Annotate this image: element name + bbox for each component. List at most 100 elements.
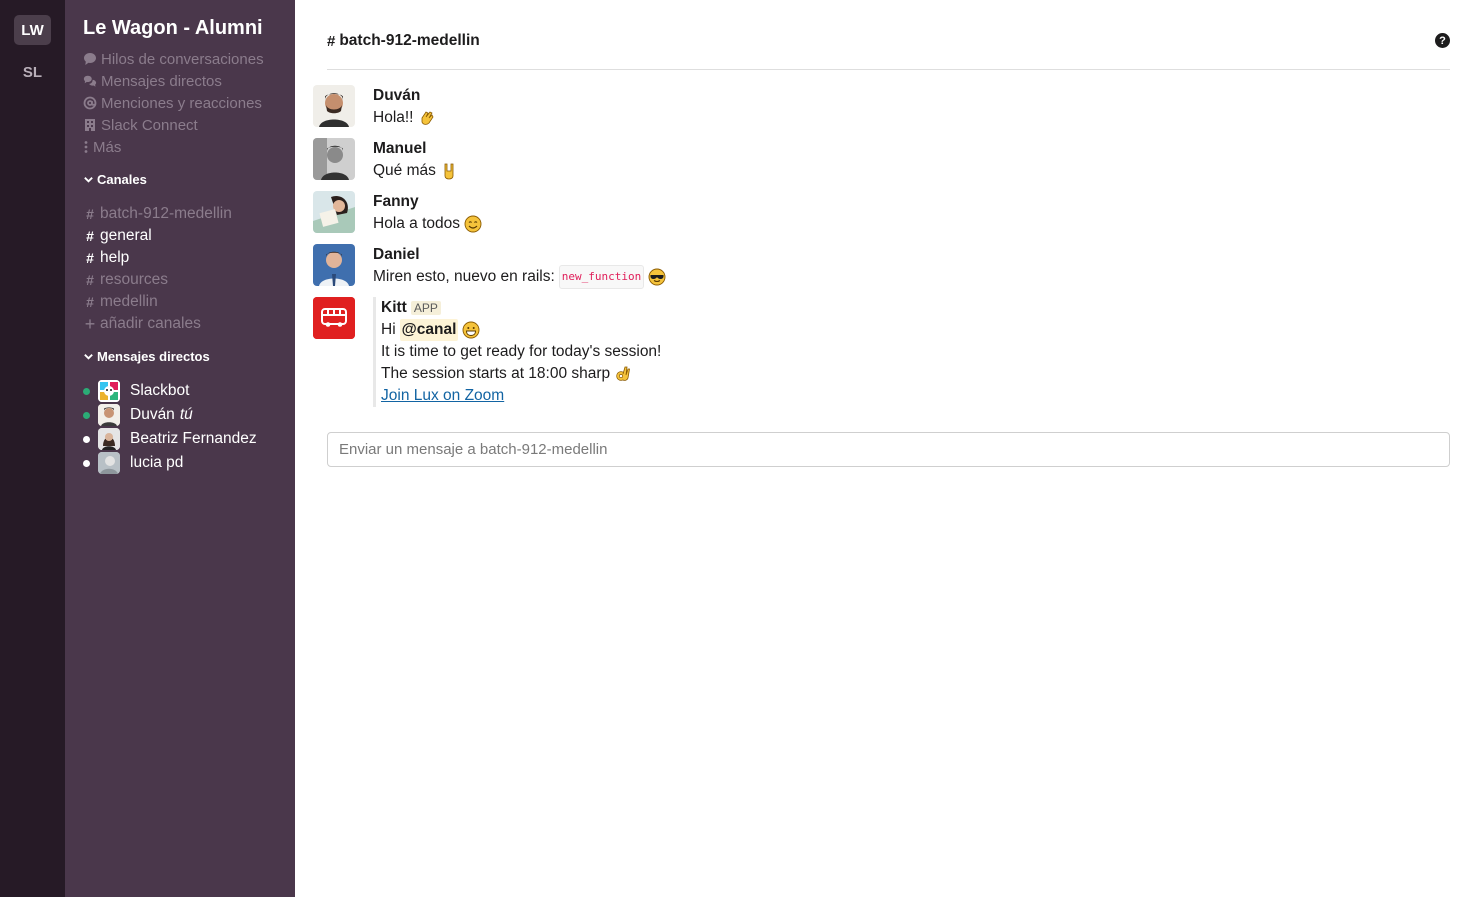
channel-name: medellin — [100, 293, 158, 310]
rock-hand-emoji-icon — [444, 163, 454, 180]
nav-mentions[interactable]: Menciones y reacciones — [83, 92, 264, 114]
dm-name: lucia pd — [130, 454, 184, 471]
more-vertical-icon — [84, 141, 88, 153]
bus-icon — [313, 297, 355, 339]
nav-more-label: Más — [93, 138, 122, 156]
message-author[interactable]: Manuel — [373, 138, 458, 160]
sidebar-channel-medellin[interactable]: # medellin — [83, 291, 232, 313]
message-body: Duván Hola!! — [373, 85, 436, 129]
message-text: The session starts at 18:00 sharp — [381, 363, 661, 385]
sidebar-dm-beatriz-fernandez[interactable]: Beatriz Fernandez — [83, 427, 257, 451]
direct-messages-icon — [83, 75, 97, 87]
message-author[interactable]: Kitt APP — [381, 297, 661, 319]
team-name[interactable]: Le Wagon - Alumni — [83, 17, 263, 40]
dms-header: Mensajes directos — [97, 349, 210, 364]
sidebar-dm-duvan[interactable]: Duván tú — [83, 403, 257, 427]
sidebar-channel-batch-912-medellin[interactable]: # batch-912-medellin — [83, 203, 232, 225]
message-input[interactable] — [328, 433, 1449, 466]
nav-direct-messages-label: Mensajes directos — [101, 72, 222, 90]
channel-title[interactable]: # batch-912-medellin — [327, 32, 480, 50]
hash-icon: # — [86, 250, 94, 266]
nav-threads[interactable]: Hilos de conversaciones — [83, 48, 264, 70]
kitt-avatar[interactable] — [313, 297, 355, 339]
grinning-face-emoji-icon — [462, 321, 480, 339]
smiling-face-emoji-icon — [464, 215, 482, 233]
hash-icon: # — [327, 32, 336, 50]
message-text: It is time to get ready for today's sess… — [381, 341, 661, 363]
online-status-icon — [83, 387, 90, 395]
nav-mentions-label: Menciones y reacciones — [101, 94, 262, 112]
message-text-content: The session starts at 18:00 sharp — [381, 365, 611, 382]
channels-header: Canales — [97, 172, 147, 187]
nav-direct-messages[interactable]: Mensajes directos — [83, 70, 264, 92]
avatar[interactable] — [313, 244, 355, 286]
message-text-content: It is time to get ready for today's sess… — [381, 343, 662, 360]
channels-section-toggle[interactable]: Canales — [83, 172, 147, 187]
avatar — [98, 380, 120, 402]
sidebar-dm-slackbot[interactable]: Slackbot — [83, 379, 257, 403]
message-text: Miren esto, nuevo en rails: new_function — [373, 265, 666, 289]
dm-name: Beatriz Fernandez — [130, 430, 257, 447]
channel-title-text: batch-912-medellin — [339, 32, 480, 49]
app-badge: APP — [410, 301, 441, 315]
dm-name: Duván — [130, 406, 175, 423]
message-body: Fanny Hola a todos — [373, 191, 482, 235]
workspace-lw[interactable]: LW — [14, 15, 51, 45]
add-channels-button[interactable]: + añadir canales — [83, 313, 232, 335]
channel-name: batch-912-medellin — [100, 205, 232, 222]
message-text: Hola a todos — [373, 213, 482, 235]
message-author[interactable]: Fanny — [373, 191, 482, 213]
sunglasses-face-emoji-icon — [648, 268, 666, 286]
dms-section-toggle[interactable]: Mensajes directos — [83, 349, 210, 364]
avatar[interactable] — [313, 85, 355, 127]
message-author[interactable]: Daniel — [373, 244, 666, 266]
avatar — [98, 428, 120, 450]
sidebar: Le Wagon - Alumni Hilos de conversacione… — [65, 0, 295, 897]
avatar — [98, 404, 120, 426]
chevron-down-icon — [84, 354, 93, 360]
sidebar-dm-lucia-pd[interactable]: lucia pd — [83, 451, 257, 475]
hash-icon: # — [86, 206, 94, 222]
at-mention-icon — [83, 96, 97, 110]
nav-slack-connect[interactable]: Slack Connect — [83, 114, 264, 136]
chevron-down-icon — [84, 177, 93, 183]
workspace-sl[interactable]: SL — [14, 57, 51, 87]
you-indicator: tú — [179, 406, 193, 423]
channel-header: # batch-912-medellin ? — [327, 26, 1450, 70]
threads-icon — [84, 53, 96, 65]
message-text: Qué más — [373, 160, 458, 182]
hash-icon: # — [86, 272, 94, 288]
dm-name: Slackbot — [130, 382, 190, 399]
zoom-link[interactable]: Join Lux on Zoom — [381, 385, 504, 407]
workspace-rail: LW SL — [0, 0, 65, 897]
message-text: Hola!! — [373, 107, 436, 129]
channel-list: # batch-912-medellin # general # help # … — [83, 203, 232, 335]
nav-threads-label: Hilos de conversaciones — [101, 50, 264, 68]
message-body: Kitt APP Hi @canal It is time to get read… — [373, 297, 661, 407]
question-circle-icon[interactable]: ? — [1435, 33, 1450, 48]
ok-hand-emoji-icon — [616, 366, 631, 381]
channel-name: help — [100, 249, 130, 266]
sidebar-nav: Hilos de conversaciones Mensajes directo… — [83, 48, 264, 158]
message-body: Daniel Miren esto, nuevo en rails: new_f… — [373, 244, 666, 289]
sidebar-channel-help[interactable]: # help — [83, 247, 232, 269]
sidebar-channel-general[interactable]: # general — [83, 225, 232, 247]
channel-mention[interactable]: @canal — [399, 319, 459, 341]
nav-slack-connect-label: Slack Connect — [101, 116, 198, 134]
avatar[interactable] — [313, 191, 355, 233]
add-channels-label: añadir canales — [100, 315, 201, 332]
avatar[interactable] — [313, 138, 355, 180]
greeting-text: Hi — [381, 321, 396, 338]
away-status-icon — [83, 459, 90, 467]
hash-icon: # — [86, 294, 94, 310]
message-text-content: Miren esto, nuevo en rails: — [373, 268, 555, 285]
message-text: Hi @canal — [381, 319, 661, 341]
message-text-content: Hola a todos — [373, 215, 461, 232]
inline-code: new_function — [558, 265, 645, 289]
message-author[interactable]: Duván — [373, 85, 436, 107]
plus-icon: + — [84, 313, 96, 334]
nav-more[interactable]: Más — [83, 136, 264, 158]
online-status-icon — [83, 411, 90, 419]
message-composer — [327, 432, 1450, 467]
sidebar-channel-resources[interactable]: # resources — [83, 269, 232, 291]
